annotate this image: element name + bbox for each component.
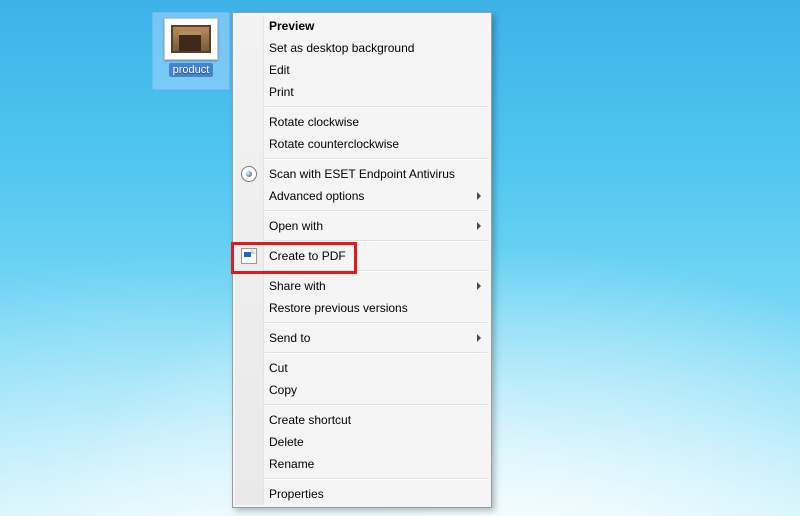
menu-item-set-as-desktop-background[interactable]: Set as desktop background <box>235 37 489 59</box>
menu-item-rotate-clockwise[interactable]: Rotate clockwise <box>235 111 489 133</box>
menu-item-advanced-options[interactable]: Advanced options <box>235 185 489 207</box>
menu-item-send-to[interactable]: Send to <box>235 327 489 349</box>
menu-separator <box>265 106 487 108</box>
desktop-file-product[interactable]: product <box>152 12 230 90</box>
menu-item-label: Share with <box>269 279 326 293</box>
menu-item-label: Advanced options <box>269 189 364 203</box>
menu-separator <box>265 478 487 480</box>
menu-item-label: Scan with ESET Endpoint Antivirus <box>269 167 455 181</box>
menu-item-cut[interactable]: Cut <box>235 357 489 379</box>
menu-item-print[interactable]: Print <box>235 81 489 103</box>
menu-separator <box>265 322 487 324</box>
menu-separator <box>265 240 487 242</box>
menu-item-properties[interactable]: Properties <box>235 483 489 505</box>
menu-item-label: Copy <box>269 383 297 397</box>
menu-separator <box>265 210 487 212</box>
menu-item-label: Rotate counterclockwise <box>269 137 399 151</box>
pdf-icon <box>241 248 257 264</box>
file-label: product <box>169 63 214 77</box>
menu-item-label: Cut <box>269 361 288 375</box>
menu-separator <box>265 404 487 406</box>
menu-item-scan-eset[interactable]: Scan with ESET Endpoint Antivirus <box>235 163 489 185</box>
menu-item-label: Delete <box>269 435 304 449</box>
menu-separator <box>265 352 487 354</box>
menu-separator <box>265 158 487 160</box>
menu-item-copy[interactable]: Copy <box>235 379 489 401</box>
menu-item-label: Edit <box>269 63 290 77</box>
menu-item-label: Create to PDF <box>269 249 346 263</box>
desktop-background: product Preview Set as desktop backgroun… <box>0 0 800 516</box>
context-menu: Preview Set as desktop background Edit P… <box>232 12 492 508</box>
menu-item-label: Print <box>269 85 294 99</box>
menu-item-rotate-counterclockwise[interactable]: Rotate counterclockwise <box>235 133 489 155</box>
menu-item-restore-previous-versions[interactable]: Restore previous versions <box>235 297 489 319</box>
menu-item-delete[interactable]: Delete <box>235 431 489 453</box>
menu-item-label: Open with <box>269 219 323 233</box>
menu-item-label: Set as desktop background <box>269 41 414 55</box>
menu-item-label: Create shortcut <box>269 413 351 427</box>
menu-item-label: Rename <box>269 457 314 471</box>
file-thumbnail-icon <box>164 18 218 60</box>
menu-item-label: Properties <box>269 487 324 501</box>
menu-item-create-to-pdf[interactable]: Create to PDF <box>235 245 489 267</box>
menu-separator <box>265 270 487 272</box>
menu-item-preview[interactable]: Preview <box>235 15 489 37</box>
menu-item-label: Rotate clockwise <box>269 115 359 129</box>
menu-item-label: Send to <box>269 331 310 345</box>
menu-item-rename[interactable]: Rename <box>235 453 489 475</box>
menu-item-label: Restore previous versions <box>269 301 408 315</box>
menu-item-create-shortcut[interactable]: Create shortcut <box>235 409 489 431</box>
menu-item-label: Preview <box>269 19 314 33</box>
menu-item-share-with[interactable]: Share with <box>235 275 489 297</box>
menu-item-edit[interactable]: Edit <box>235 59 489 81</box>
menu-item-open-with[interactable]: Open with <box>235 215 489 237</box>
eset-icon <box>241 166 257 182</box>
